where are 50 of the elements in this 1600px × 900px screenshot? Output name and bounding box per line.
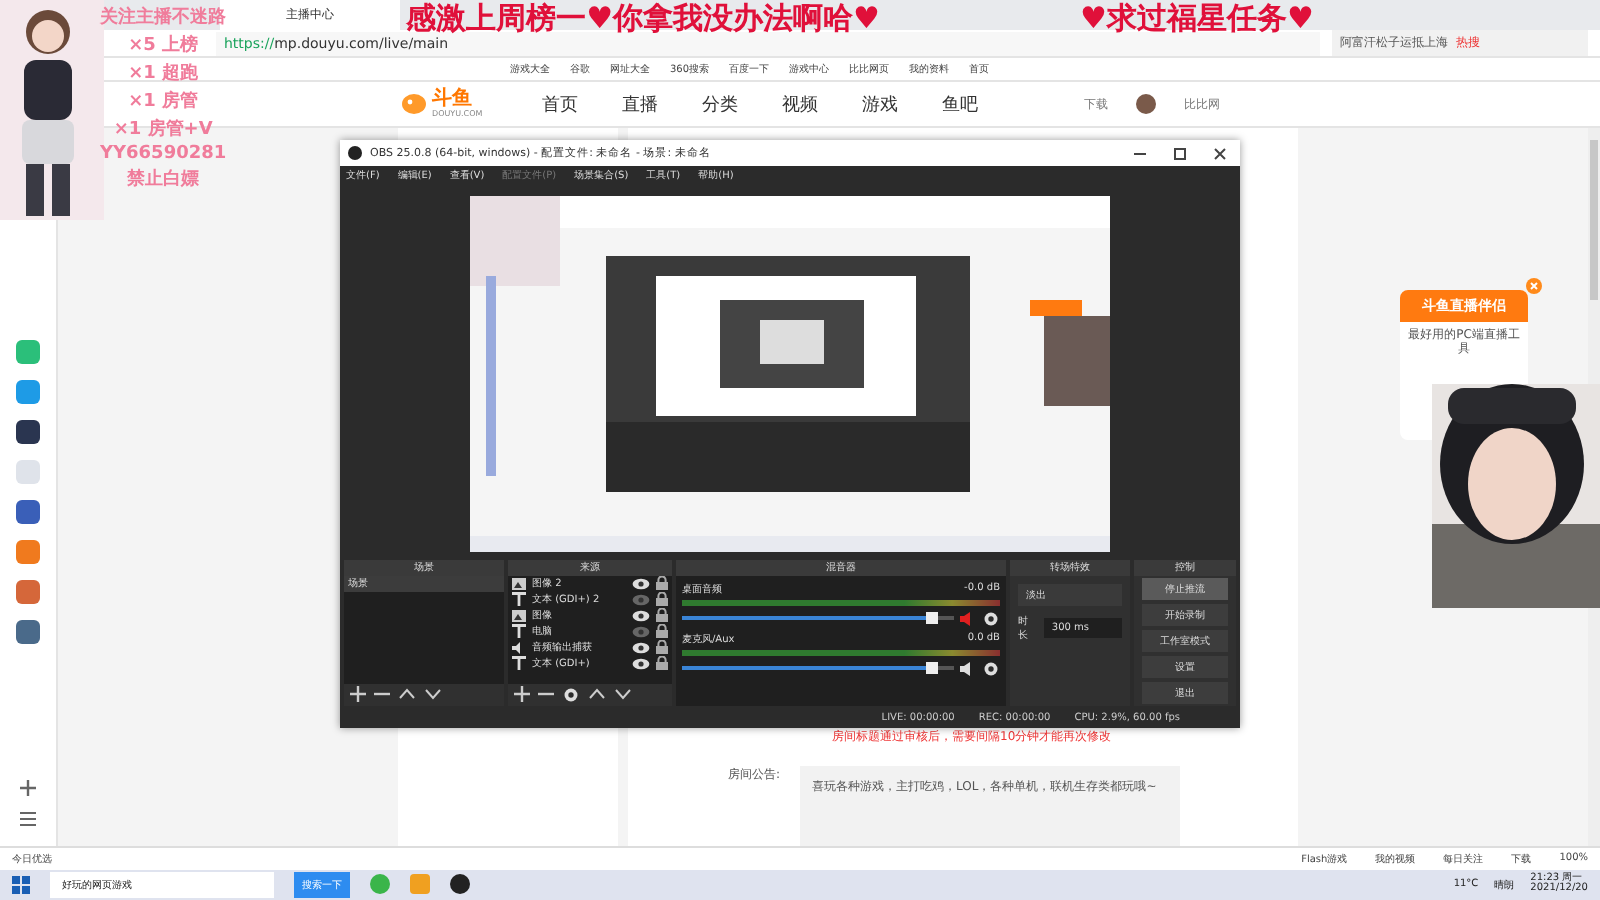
overlay-text: 禁止白嫖 (127, 166, 200, 192)
volume-slider[interactable] (682, 666, 954, 671)
image-source-icon (512, 609, 526, 622)
add-icon[interactable] (20, 780, 36, 797)
settings-icon[interactable] (982, 659, 1000, 678)
speaker-icon[interactable] (960, 661, 976, 676)
muted-speaker-icon[interactable] (960, 611, 976, 626)
nav-link[interactable]: 游戏 (862, 91, 899, 118)
eye-icon[interactable] (632, 577, 650, 590)
overlay-text: ×1 房管+V (113, 116, 213, 142)
eye-icon[interactable] (632, 609, 650, 622)
avatar-icon[interactable] (1136, 94, 1156, 115)
obs-app-icon[interactable] (450, 874, 470, 895)
image-source-icon (512, 577, 526, 590)
nav-link[interactable]: 鱼吧 (942, 91, 979, 118)
windows-icon[interactable] (12, 875, 30, 894)
app-icon[interactable] (16, 500, 40, 525)
nav-link[interactable]: 首页 (542, 91, 579, 118)
obs-logo-icon (348, 146, 362, 161)
nav-link[interactable]: 直播 (622, 91, 659, 118)
lock-icon[interactable] (656, 576, 668, 591)
volume-slider[interactable] (682, 616, 954, 621)
scrollbar[interactable] (1590, 140, 1598, 301)
app-icon[interactable] (16, 420, 40, 445)
down-icon[interactable] (614, 688, 632, 701)
up-icon[interactable] (398, 688, 416, 701)
nav-link[interactable]: 视频 (782, 91, 819, 118)
app-icon[interactable] (16, 620, 40, 645)
settings-icon[interactable] (562, 685, 580, 704)
overlay-text: YY66590281 (100, 144, 227, 164)
nav-link[interactable]: 分类 (702, 91, 739, 118)
lock-icon[interactable] (656, 656, 668, 671)
down-icon[interactable] (424, 688, 442, 701)
logo-text: 斗鱼 (432, 90, 472, 111)
lock-icon[interactable] (656, 608, 668, 623)
lock-icon[interactable] (656, 592, 668, 607)
lock-icon[interactable] (656, 624, 668, 639)
settings-icon[interactable] (982, 609, 1000, 628)
overlay-text: ×1 超跑 (128, 61, 199, 86)
fish-logo-icon (400, 92, 428, 117)
up-icon[interactable] (588, 688, 606, 701)
eye-icon[interactable] (632, 657, 650, 670)
banner-text: 感激上周榜一♥你拿我没办法啊哈♥ (406, 0, 880, 37)
overlay-text: ×5 上榜 (128, 32, 199, 58)
overlay-text: ×1 房管 (128, 88, 199, 114)
speaker-icon (512, 641, 526, 654)
text-source-icon (512, 592, 526, 607)
eye-icon[interactable] (632, 641, 650, 654)
lock-icon[interactable] (656, 640, 668, 655)
menu-icon[interactable] (20, 812, 36, 827)
